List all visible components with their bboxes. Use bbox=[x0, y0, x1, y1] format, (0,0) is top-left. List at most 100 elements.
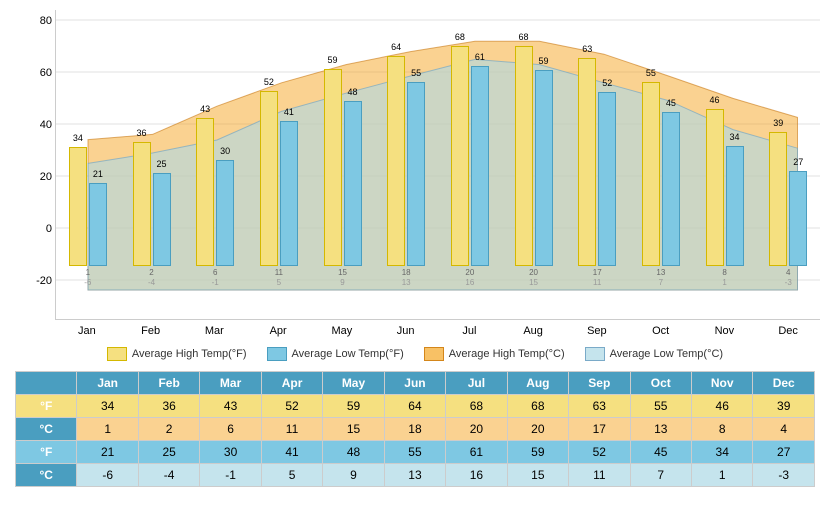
td: 27 bbox=[753, 441, 815, 464]
month-mar: 43 30 6 -1 bbox=[183, 118, 247, 287]
x-mar: Mar bbox=[183, 325, 247, 337]
td: 34 bbox=[77, 395, 138, 418]
feb-low-f-label: 25 bbox=[156, 159, 166, 169]
nov-high-c-label: 1 bbox=[722, 278, 726, 287]
data-table: Jan Feb Mar Apr May Jun Jul Aug Sep Oct … bbox=[15, 371, 815, 487]
may-low-c-label: 15 bbox=[338, 268, 347, 277]
td: 20 bbox=[446, 418, 507, 441]
aug-high-c-label: 15 bbox=[529, 278, 538, 287]
td: 41 bbox=[261, 441, 322, 464]
td: 6 bbox=[200, 418, 261, 441]
oct-high-f-label: 55 bbox=[646, 68, 656, 78]
jun-low-f-label: 55 bbox=[411, 68, 421, 78]
jan-low-f-bar bbox=[89, 183, 107, 266]
table-header-unit bbox=[16, 372, 77, 395]
jun-high-c-label: 13 bbox=[402, 278, 411, 287]
td: 30 bbox=[200, 441, 261, 464]
apr-high-c-label: 5 bbox=[277, 278, 281, 287]
table-header-may: May bbox=[323, 372, 384, 395]
td: 45 bbox=[630, 441, 691, 464]
td: 48 bbox=[323, 441, 384, 464]
table-row-low-f: °F 21 25 30 41 48 55 61 59 52 45 34 27 bbox=[16, 441, 815, 464]
aug-low-f-label: 59 bbox=[539, 56, 549, 66]
jun-low-c-label: 18 bbox=[402, 268, 411, 277]
jul-high-c-label: 16 bbox=[465, 278, 474, 287]
oct-high-f-bar bbox=[642, 82, 660, 266]
month-sep: 63 52 17 11 bbox=[565, 58, 629, 287]
td: 52 bbox=[569, 441, 630, 464]
nov-low-c-label: 8 bbox=[722, 268, 726, 277]
mar-low-f-bar bbox=[216, 160, 234, 266]
apr-high-f-bar bbox=[260, 91, 278, 266]
month-apr: 52 41 11 5 bbox=[247, 91, 311, 287]
table-row-low-c: °C -6 -4 -1 5 9 13 16 15 11 7 1 -3 bbox=[16, 464, 815, 487]
apr-low-f-label: 41 bbox=[284, 107, 294, 117]
legend-low-f-box bbox=[267, 347, 287, 361]
mar-high-f-label: 43 bbox=[200, 104, 210, 114]
aug-low-c-label: 20 bbox=[529, 268, 538, 277]
table-header-jun: Jun bbox=[384, 372, 445, 395]
month-may: 59 48 15 9 bbox=[311, 69, 375, 287]
nov-high-f-label: 46 bbox=[710, 95, 720, 105]
x-jul: Jul bbox=[438, 325, 502, 337]
legend: Average High Temp(°F) Average Low Temp(°… bbox=[10, 347, 820, 361]
table-header-sep: Sep bbox=[569, 372, 630, 395]
legend-high-c-label: Average High Temp(°C) bbox=[449, 348, 565, 360]
mar-low-f-label: 30 bbox=[220, 146, 230, 156]
feb-high-f-label: 36 bbox=[136, 128, 146, 138]
y-60: 60 bbox=[40, 67, 52, 79]
table-row-high-f: °F 34 36 43 52 59 64 68 68 63 55 46 39 bbox=[16, 395, 815, 418]
td: 1 bbox=[77, 418, 138, 441]
td: 4 bbox=[753, 418, 815, 441]
may-high-f-label: 59 bbox=[328, 55, 338, 65]
sep-high-c-label: 11 bbox=[593, 278, 601, 287]
sep-high-f-bar bbox=[578, 58, 596, 266]
y-0: 0 bbox=[46, 223, 52, 235]
td: 21 bbox=[77, 441, 138, 464]
apr-high-f-label: 52 bbox=[264, 77, 274, 87]
jun-high-f-bar bbox=[387, 56, 405, 266]
td: 15 bbox=[507, 464, 568, 487]
mar-high-c-label: -1 bbox=[212, 278, 219, 287]
sep-low-f-bar bbox=[598, 92, 616, 266]
may-low-f-label: 48 bbox=[348, 87, 358, 97]
td: -3 bbox=[753, 464, 815, 487]
dec-high-c-label: -3 bbox=[785, 278, 792, 287]
mar-low-c-label: 6 bbox=[213, 268, 217, 277]
y-neg20: -20 bbox=[36, 275, 52, 287]
x-jun: Jun bbox=[374, 325, 438, 337]
x-may: May bbox=[310, 325, 374, 337]
feb-low-f-bar bbox=[153, 173, 171, 266]
table-header-nov: Nov bbox=[691, 372, 752, 395]
td: 43 bbox=[200, 395, 261, 418]
legend-low-f: Average Low Temp(°F) bbox=[267, 347, 404, 361]
oct-high-c-label: 7 bbox=[659, 278, 663, 287]
td: 52 bbox=[261, 395, 322, 418]
month-jan: 34 21 1 -6 bbox=[56, 147, 120, 287]
x-oct: Oct bbox=[629, 325, 693, 337]
td: 55 bbox=[630, 395, 691, 418]
td: 16 bbox=[446, 464, 507, 487]
legend-low-c-box bbox=[585, 347, 605, 361]
mar-high-f-bar bbox=[196, 118, 214, 266]
feb-low-c-label: 2 bbox=[149, 268, 153, 277]
table-header-feb: Feb bbox=[138, 372, 199, 395]
td: 9 bbox=[323, 464, 384, 487]
x-sep: Sep bbox=[565, 325, 629, 337]
feb-high-f-bar bbox=[133, 142, 151, 266]
legend-high-f-box bbox=[107, 347, 127, 361]
month-feb: 36 25 2 -4 bbox=[120, 142, 184, 287]
x-apr: Apr bbox=[246, 325, 310, 337]
jul-low-f-label: 61 bbox=[475, 52, 485, 62]
td: 13 bbox=[630, 418, 691, 441]
x-axis: Jan Feb Mar Apr May Jun Jul Aug Sep Oct … bbox=[55, 320, 820, 337]
dec-low-f-label: 27 bbox=[793, 157, 803, 167]
month-jul: 68 61 20 16 bbox=[438, 46, 502, 287]
month-jun: 64 55 18 13 bbox=[374, 56, 438, 287]
y-40: 40 bbox=[40, 119, 52, 131]
chart-container: Temperature (°F/°C) 80 60 40 20 0 -20 bbox=[0, 0, 830, 487]
td: 46 bbox=[691, 395, 752, 418]
table-header-aug: Aug bbox=[507, 372, 568, 395]
td: 59 bbox=[323, 395, 384, 418]
table-row-high-c: °C 1 2 6 11 15 18 20 20 17 13 8 4 bbox=[16, 418, 815, 441]
